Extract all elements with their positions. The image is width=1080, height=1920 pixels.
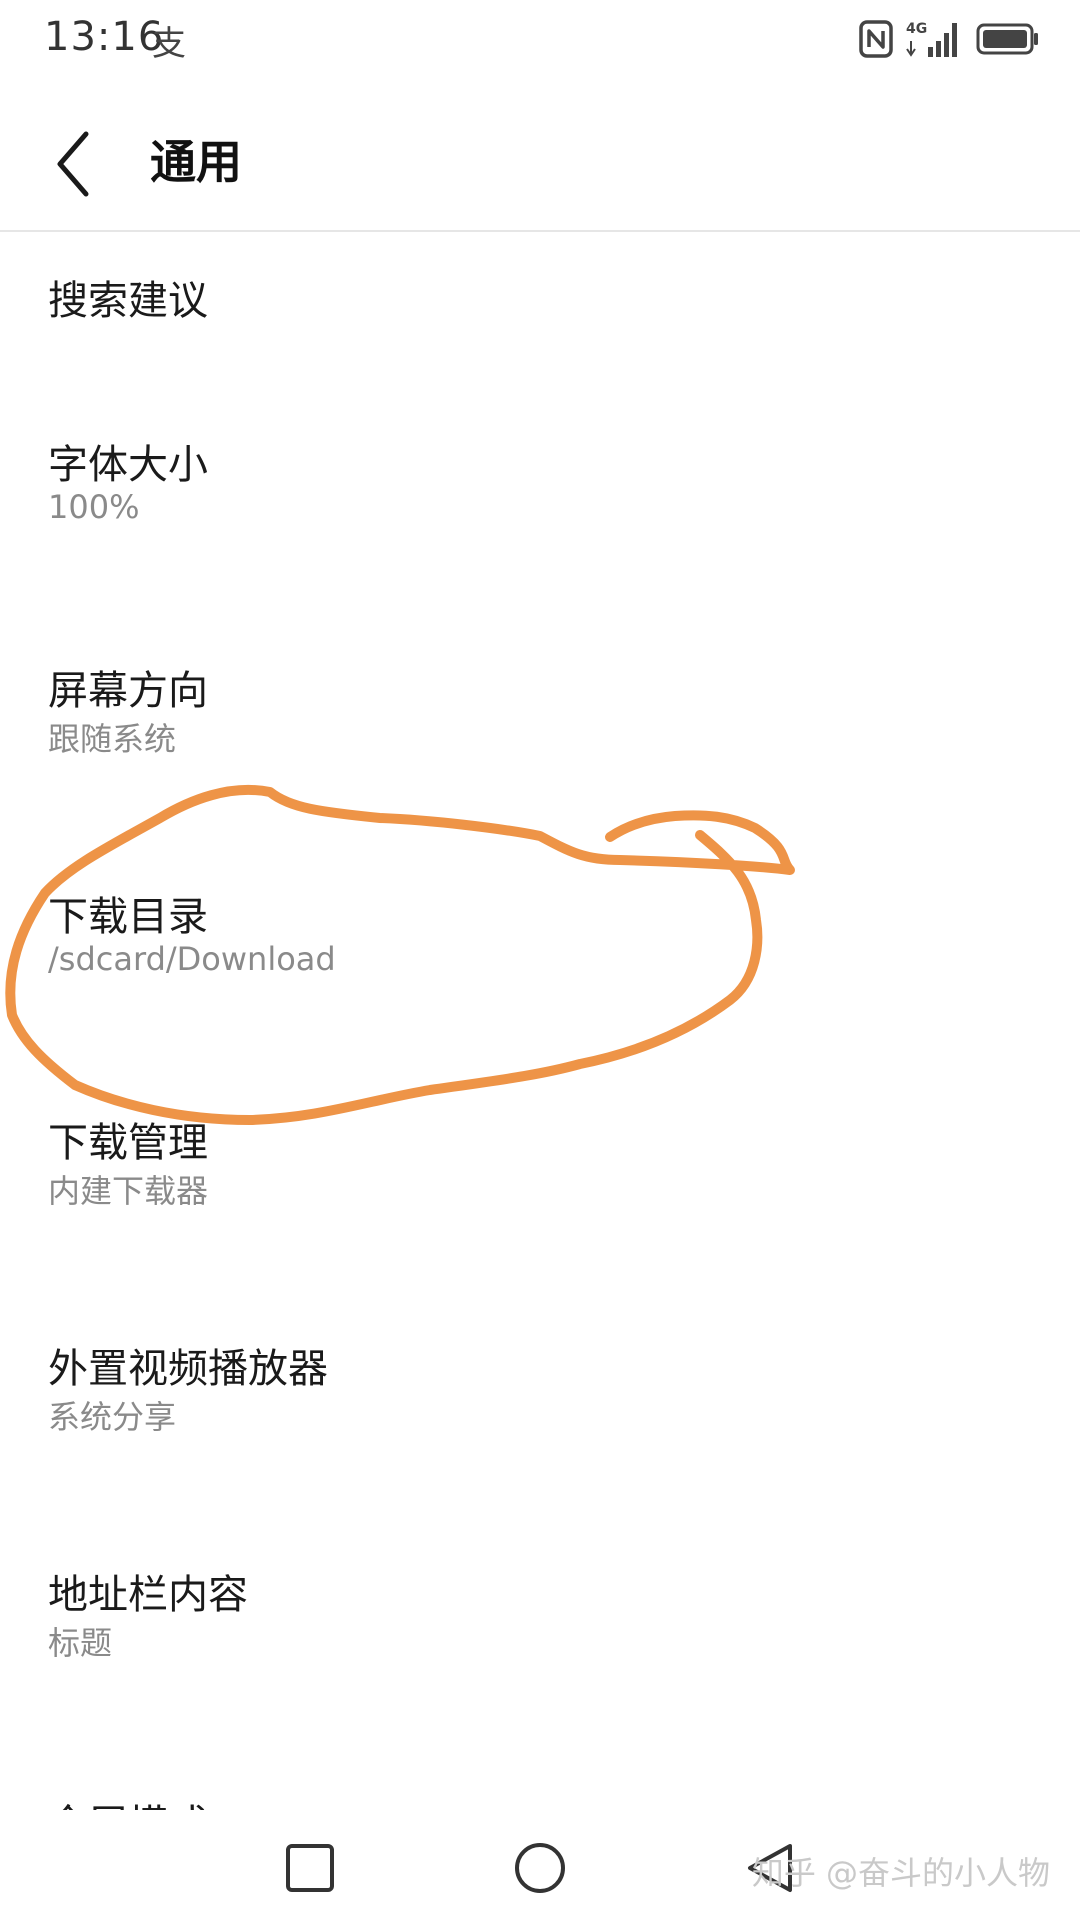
- setting-item-address-bar-content[interactable]: 地址栏内容 标题: [0, 1562, 1080, 1788]
- setting-title-partial: 全屏模式: [48, 1792, 208, 1810]
- setting-title: 地址栏内容: [48, 1572, 248, 1618]
- setting-value: 标题: [48, 1624, 113, 1662]
- alipay-icon: 支: [152, 24, 186, 64]
- setting-value: 内建下载器: [48, 1172, 209, 1210]
- page-title: 通用: [150, 135, 242, 189]
- network-type-label: 4G: [906, 21, 927, 37]
- battery-icon: [976, 23, 1038, 55]
- setting-title: 屏幕方向: [48, 668, 208, 714]
- square-recent-icon[interactable]: [270, 1828, 350, 1908]
- screen: 13:16 支 4G 通用 搜索建议 字体大小 100% 屏幕方向 跟随系统 下…: [0, 0, 1080, 1920]
- setting-title: 外置视频播放器: [48, 1346, 328, 1392]
- partial-setting-item[interactable]: 全屏模式: [0, 1790, 1080, 1810]
- circle-home-icon[interactable]: [500, 1828, 580, 1908]
- setting-item-download-manager[interactable]: 下载管理 内建下载器: [0, 1110, 1080, 1336]
- nfc-icon: [859, 20, 893, 58]
- app-header: 通用: [0, 100, 1080, 232]
- status-bar: 13:16 支 4G: [0, 0, 1080, 80]
- watermark: 知乎 @奋斗的小人物: [751, 1854, 1050, 1892]
- setting-value: 跟随系统: [48, 720, 177, 758]
- setting-title: 搜索建议: [48, 278, 208, 324]
- chevron-left-icon[interactable]: [48, 124, 108, 204]
- setting-item-font-size[interactable]: 字体大小 100%: [0, 432, 1080, 658]
- setting-item-external-video-player[interactable]: 外置视频播放器 系统分享: [0, 1336, 1080, 1562]
- status-time: 13:16: [44, 14, 165, 60]
- setting-title: 下载管理: [48, 1120, 208, 1166]
- setting-title: 字体大小: [48, 442, 208, 488]
- setting-item-download-directory[interactable]: 下载目录 /sdcard/Download: [0, 884, 1080, 1110]
- setting-value: /sdcard/Download: [48, 940, 336, 978]
- setting-value: 系统分享: [48, 1398, 177, 1436]
- setting-item-screen-orientation[interactable]: 屏幕方向 跟随系统: [0, 658, 1080, 884]
- setting-title: 下载目录: [48, 894, 208, 940]
- setting-value: 100%: [48, 488, 140, 526]
- status-icons: 4G: [858, 16, 1040, 62]
- setting-item-search-suggestions[interactable]: 搜索建议: [0, 232, 1080, 458]
- signal-icon: 4G: [906, 21, 957, 57]
